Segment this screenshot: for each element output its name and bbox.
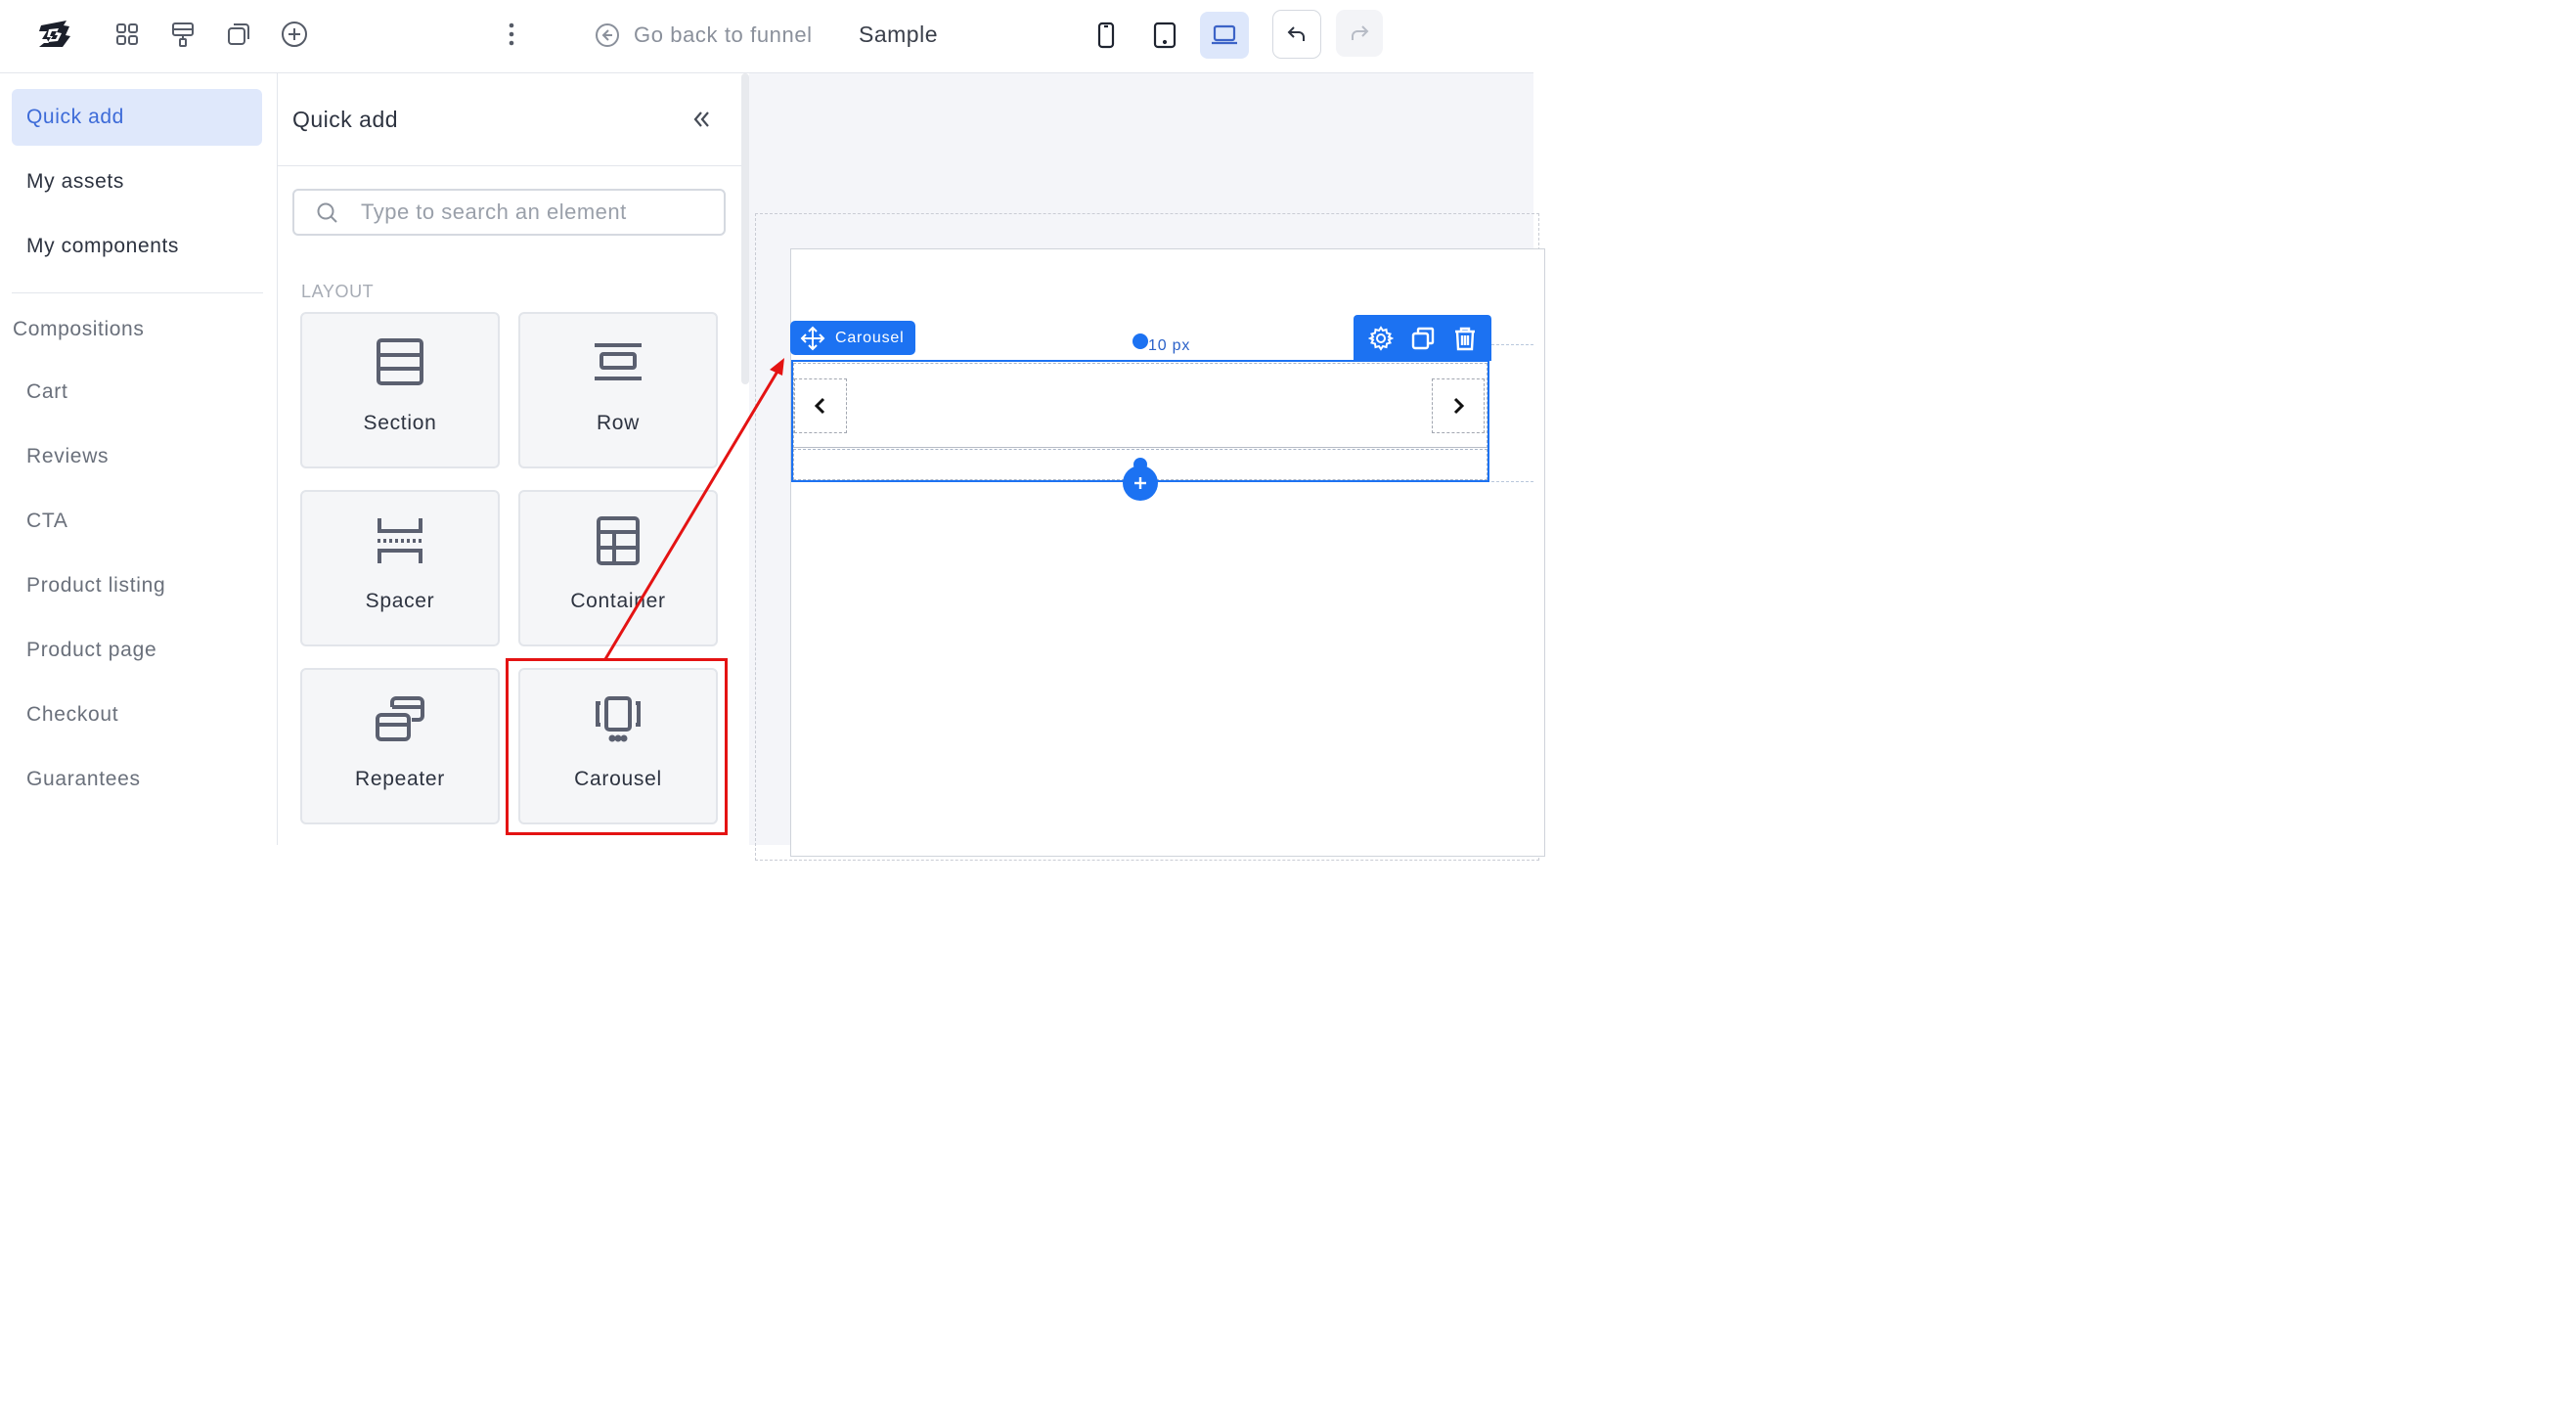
redo-button[interactable] bbox=[1336, 10, 1383, 57]
element-toolbar bbox=[1354, 315, 1491, 361]
tile-repeater[interactable]: Repeater bbox=[300, 668, 500, 824]
tablet-icon bbox=[1153, 22, 1177, 49]
trash-icon[interactable] bbox=[1453, 326, 1477, 351]
carousel-prev-button[interactable] bbox=[794, 378, 847, 433]
section-icon bbox=[302, 337, 498, 390]
carousel-next-button[interactable] bbox=[1432, 378, 1485, 433]
tile-label: Repeater bbox=[355, 768, 445, 790]
go-back-label: Go back to funnel bbox=[634, 22, 813, 47]
add-element-button[interactable] bbox=[1123, 466, 1158, 501]
selected-element-label: Carousel bbox=[835, 329, 905, 346]
tablet-view-button[interactable] bbox=[1140, 12, 1189, 59]
row-icon bbox=[520, 337, 716, 390]
composition-product-page[interactable]: Product page bbox=[26, 639, 156, 662]
repeater-icon bbox=[302, 693, 498, 746]
more-vertical-icon[interactable] bbox=[497, 20, 526, 49]
tile-label: Spacer bbox=[365, 590, 435, 612]
spacer-icon bbox=[302, 515, 498, 568]
laptop-icon bbox=[1211, 24, 1238, 46]
desktop-view-button[interactable] bbox=[1200, 12, 1249, 59]
selected-element-tag[interactable]: Carousel bbox=[790, 321, 915, 355]
nav-divider bbox=[12, 292, 263, 293]
undo-icon bbox=[1286, 23, 1308, 45]
nav-item-my-components[interactable]: My components bbox=[12, 218, 262, 275]
plus-icon bbox=[1133, 475, 1148, 491]
composition-checkout[interactable]: Checkout bbox=[26, 703, 118, 727]
tile-container[interactable]: Container bbox=[518, 490, 718, 646]
panel-title: Quick add bbox=[292, 107, 399, 132]
layout-section-label: LAYOUT bbox=[301, 282, 375, 301]
settings-icon[interactable] bbox=[1367, 325, 1394, 351]
duplicate-icon[interactable] bbox=[1410, 326, 1436, 351]
nav-item-quick-add[interactable]: Quick add bbox=[12, 89, 262, 146]
search-icon bbox=[316, 201, 339, 225]
compositions-heading: Compositions bbox=[13, 318, 145, 340]
chevron-right-icon bbox=[1451, 396, 1465, 416]
plus-circle-icon[interactable] bbox=[280, 20, 309, 49]
logo[interactable] bbox=[35, 18, 74, 51]
guide-line bbox=[1491, 481, 1533, 482]
nav-item-my-assets[interactable]: My assets bbox=[12, 154, 262, 210]
element-search[interactable] bbox=[292, 189, 726, 236]
carousel-slide-area[interactable] bbox=[793, 363, 1488, 448]
tile-spacer[interactable]: Spacer bbox=[300, 490, 500, 646]
panel-divider bbox=[278, 165, 741, 166]
move-icon bbox=[800, 326, 825, 351]
padding-handle[interactable] bbox=[1133, 333, 1148, 349]
copy-icon[interactable] bbox=[224, 20, 253, 49]
tile-section[interactable]: Section bbox=[300, 312, 500, 468]
tile-label: Container bbox=[570, 590, 666, 612]
tile-row[interactable]: Row bbox=[518, 312, 718, 468]
guide-line bbox=[1491, 344, 1533, 345]
chevron-left-icon bbox=[814, 396, 827, 416]
search-input[interactable] bbox=[361, 197, 713, 228]
redo-icon bbox=[1349, 22, 1370, 44]
annotation-highlight-box bbox=[506, 658, 728, 835]
composition-cart[interactable]: Cart bbox=[26, 380, 67, 404]
composition-cta[interactable]: CTA bbox=[26, 510, 68, 533]
arrow-left-circle-icon bbox=[595, 22, 620, 48]
tile-label: Row bbox=[596, 412, 641, 434]
top-toolbar: Go back to funnel Sample bbox=[0, 0, 1533, 73]
grid-icon[interactable] bbox=[112, 20, 142, 49]
mobile-icon bbox=[1097, 22, 1115, 49]
undo-button[interactable] bbox=[1272, 10, 1321, 59]
go-back-to-funnel-link[interactable]: Go back to funnel bbox=[595, 20, 813, 51]
page-name: Sample bbox=[859, 22, 938, 47]
chevrons-left-icon bbox=[688, 107, 716, 132]
composition-guarantees[interactable]: Guarantees bbox=[26, 768, 141, 791]
composition-reviews[interactable]: Reviews bbox=[26, 445, 109, 468]
collapse-panel-button[interactable] bbox=[688, 107, 716, 134]
left-navigation: Quick add My assets My components Compos… bbox=[0, 73, 278, 845]
mobile-view-button[interactable] bbox=[1082, 12, 1131, 59]
padding-value-label: 10 px bbox=[1148, 337, 1191, 354]
paint-roller-icon[interactable] bbox=[168, 20, 198, 49]
tile-label: Section bbox=[363, 412, 437, 434]
container-icon bbox=[520, 515, 716, 568]
composition-product-listing[interactable]: Product listing bbox=[26, 574, 165, 598]
panel-scrollbar[interactable] bbox=[741, 73, 749, 384]
